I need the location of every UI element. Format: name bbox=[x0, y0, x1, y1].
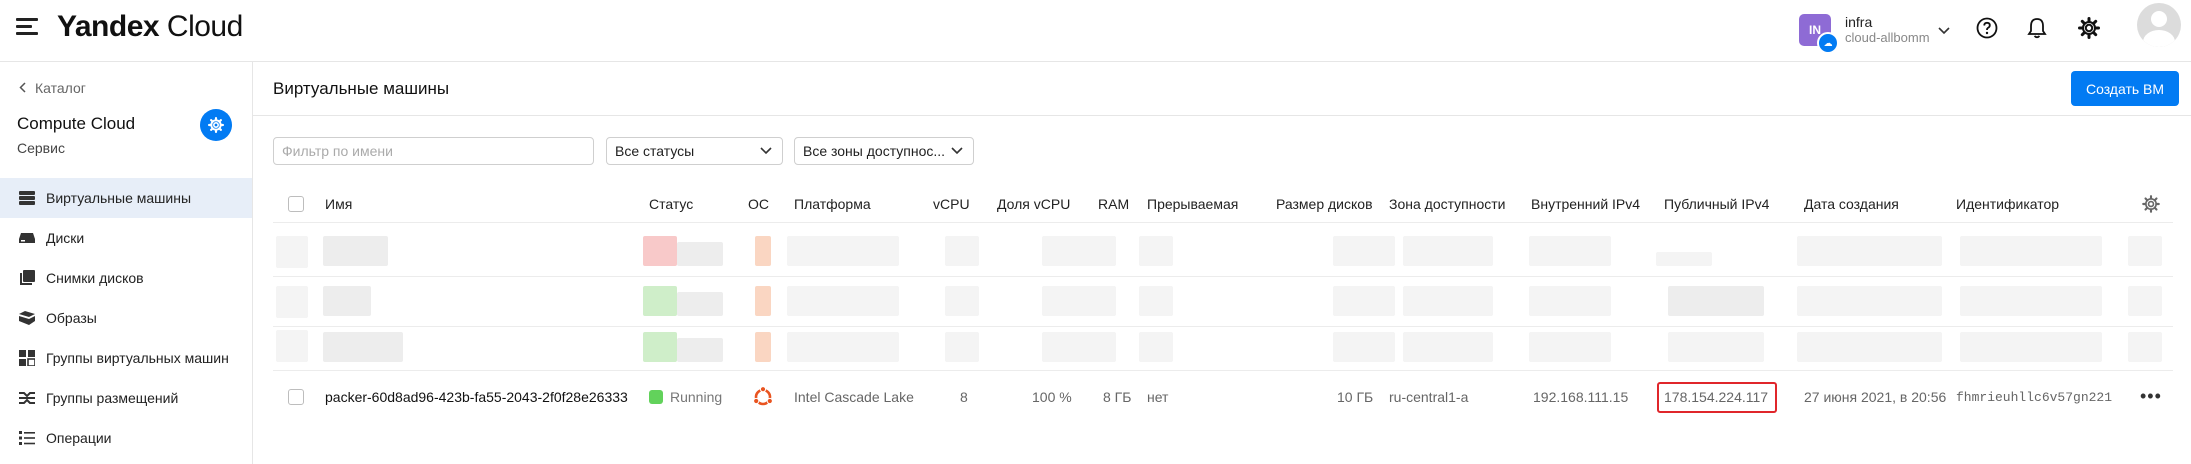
column-header-os[interactable]: ОС bbox=[748, 196, 769, 212]
disk-icon bbox=[17, 230, 37, 246]
sidebar-item-label: Образы bbox=[46, 310, 97, 326]
chevron-down-icon bbox=[1937, 22, 1950, 38]
yandex-cloud-logo[interactable]: Yandex Cloud bbox=[57, 10, 243, 44]
sidebar-item-label: Диски bbox=[46, 230, 85, 246]
placement-group-icon bbox=[17, 390, 37, 406]
status-running-indicator bbox=[649, 390, 663, 404]
more-actions-icon[interactable]: ••• bbox=[2140, 386, 2162, 407]
vm-preemptible: нет bbox=[1147, 389, 1169, 405]
sidebar-item-label: Снимки дисков bbox=[46, 270, 144, 286]
vm-zone: ru-central1-a bbox=[1389, 389, 1469, 405]
divider bbox=[273, 370, 2173, 371]
ubuntu-icon bbox=[752, 386, 774, 413]
vm-vcpu: 8 bbox=[960, 389, 968, 405]
service-subtitle: Сервис bbox=[17, 140, 65, 156]
select-all-checkbox[interactable] bbox=[288, 196, 304, 212]
instance-group-icon bbox=[17, 350, 37, 366]
column-header-disk-size[interactable]: Размер дисков bbox=[1276, 196, 1373, 212]
cloud-name: infra bbox=[1845, 14, 1873, 30]
image-icon bbox=[17, 310, 37, 326]
chevron-down-icon bbox=[951, 144, 963, 158]
vm-created: 27 июня 2021, в 20:56 bbox=[1804, 389, 1947, 405]
divider bbox=[273, 222, 2173, 223]
cloud-selector[interactable]: IN ☁ infra cloud-allbomm bbox=[1799, 10, 1950, 54]
zone-filter-select[interactable]: Все зоны доступнос... bbox=[794, 137, 974, 165]
vm-disk-size: 10 ГБ bbox=[1337, 389, 1374, 405]
sidebar-item-placement-groups[interactable]: Группы размещений bbox=[0, 378, 252, 418]
column-header-vcpu-share[interactable]: Доля vCPU bbox=[997, 196, 1070, 212]
page-title: Виртуальные машины bbox=[273, 79, 450, 98]
top-bar: Yandex Cloud IN ☁ infra cloud-allbomm bbox=[0, 0, 2191, 62]
name-filter-input[interactable]: Фильтр по имени bbox=[273, 137, 594, 165]
column-header-id[interactable]: Идентификатор bbox=[1956, 196, 2059, 212]
operations-icon bbox=[17, 430, 37, 446]
sidebar-item-snapshots[interactable]: Снимки дисков bbox=[0, 258, 252, 298]
column-header-status[interactable]: Статус bbox=[649, 196, 693, 212]
snapshot-icon bbox=[17, 270, 37, 286]
sidebar: Каталог Compute Cloud Сервис Виртуальные… bbox=[0, 62, 253, 464]
column-header-internal-ip[interactable]: Внутренний IPv4 bbox=[1531, 196, 1640, 212]
sidebar-item-disks[interactable]: Диски bbox=[0, 218, 252, 258]
sidebar-item-label: Группы размещений bbox=[46, 390, 179, 406]
user-avatar[interactable] bbox=[2137, 3, 2181, 47]
menu-icon[interactable] bbox=[16, 18, 38, 38]
create-vm-button[interactable]: Создать ВМ bbox=[2071, 71, 2179, 106]
column-header-created[interactable]: Дата создания bbox=[1804, 196, 1899, 212]
status-filter-select[interactable]: Все статусы bbox=[606, 137, 783, 165]
vm-icon bbox=[17, 190, 37, 206]
column-header-platform[interactable]: Платформа bbox=[794, 196, 871, 212]
cloud-id: cloud-allbomm bbox=[1845, 30, 1930, 45]
sidebar-item-operations[interactable]: Операции bbox=[0, 418, 252, 458]
vm-name-link[interactable]: packer-60d8ad96-423b-fa55-2043-2f0f28e26… bbox=[325, 389, 628, 405]
vm-platform: Intel Cascade Lake bbox=[794, 389, 914, 405]
sidebar-item-label: Виртуальные машины bbox=[46, 190, 192, 206]
divider bbox=[273, 276, 2173, 277]
row-checkbox[interactable] bbox=[288, 389, 304, 405]
vm-status: Running bbox=[670, 389, 723, 405]
sidebar-item-images[interactable]: Образы bbox=[0, 298, 252, 338]
vm-public-ip[interactable]: 178.154.224.117 bbox=[1664, 389, 1768, 405]
sidebar-item-vms[interactable]: Виртуальные машины bbox=[0, 178, 252, 218]
sidebar-item-label: Операции bbox=[46, 430, 112, 446]
divider bbox=[253, 115, 2191, 116]
column-header-name[interactable]: Имя bbox=[325, 196, 352, 212]
column-header-ram[interactable]: RAM bbox=[1098, 196, 1129, 212]
back-to-catalog[interactable]: Каталог bbox=[19, 80, 86, 96]
column-header-preemptible[interactable]: Прерываемая bbox=[1147, 196, 1238, 212]
chevron-left-icon bbox=[19, 82, 26, 93]
table-settings-icon[interactable] bbox=[2142, 195, 2160, 218]
bell-icon[interactable] bbox=[2024, 15, 2050, 41]
vm-id[interactable]: fhmrieuhllc6v57gn221 bbox=[1956, 390, 2112, 405]
cloud-avatar: IN ☁ bbox=[1799, 14, 1839, 54]
vm-internal-ip: 192.168.111.15 bbox=[1533, 389, 1629, 405]
chevron-down-icon bbox=[760, 144, 772, 158]
column-header-vcpu[interactable]: vCPU bbox=[933, 196, 970, 212]
vm-vcpu-share: 100 % bbox=[1032, 389, 1072, 405]
sidebar-item-instance-groups[interactable]: Группы виртуальных машин bbox=[0, 338, 252, 378]
column-header-public-ip[interactable]: Публичный IPv4 bbox=[1664, 196, 1769, 212]
column-header-zone[interactable]: Зона доступности bbox=[1389, 196, 1506, 212]
service-title: Compute Cloud bbox=[17, 114, 136, 133]
service-settings-icon[interactable] bbox=[200, 109, 232, 141]
vm-ram: 8 ГБ bbox=[1103, 389, 1132, 405]
cloud-icon: ☁ bbox=[1817, 32, 1839, 54]
gear-icon[interactable] bbox=[2076, 15, 2102, 41]
sidebar-item-label: Группы виртуальных машин bbox=[46, 350, 229, 366]
help-icon[interactable] bbox=[1974, 15, 2000, 41]
divider bbox=[273, 326, 2173, 327]
